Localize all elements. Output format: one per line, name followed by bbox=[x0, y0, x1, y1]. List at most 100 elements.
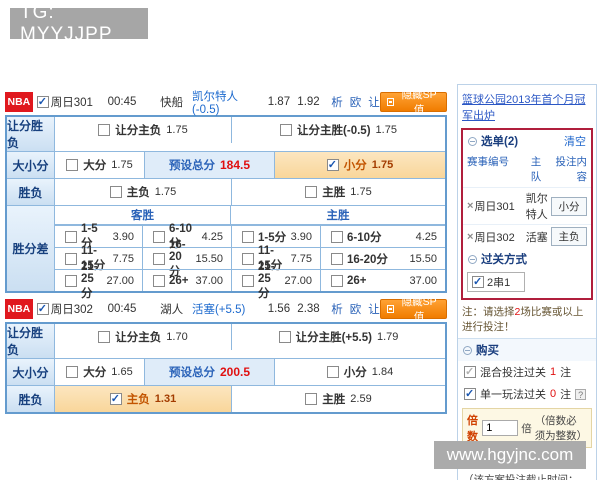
match1-away-team: 快船 bbox=[151, 94, 192, 110]
checkbox[interactable] bbox=[280, 124, 292, 136]
slip-title-row: 选单(2) 清空 bbox=[463, 130, 591, 152]
margin-away-header: 客胜 bbox=[55, 206, 231, 224]
pass-option-checkbox[interactable] bbox=[472, 276, 484, 288]
pass-mode-title: 过关方式 bbox=[481, 251, 527, 267]
collapse-circle-icon[interactable] bbox=[463, 346, 472, 355]
euro-odds-link[interactable]: 欧 bbox=[350, 301, 362, 317]
deadline-text: （该方案投注截止时间：00:45） bbox=[458, 471, 596, 480]
checkbox[interactable] bbox=[327, 366, 339, 378]
checkbox[interactable] bbox=[242, 231, 254, 243]
checkbox[interactable] bbox=[65, 231, 77, 243]
bet-cell-over[interactable]: 大分 1.65 bbox=[55, 359, 144, 385]
match1-odds-home: 1.92 bbox=[294, 96, 324, 108]
game1-bet-table: 让分胜负 让分主负 1.75 让分主胜(-0.5) 1.75 大小分 bbox=[5, 115, 447, 293]
match1-checkbox[interactable] bbox=[37, 96, 49, 108]
match2-odds-home: 2.38 bbox=[294, 303, 324, 315]
pass-option-box[interactable]: 2串1 bbox=[467, 272, 525, 292]
bet-cell-away-win-selected[interactable]: 主负 1.31 bbox=[55, 386, 231, 412]
checkbox[interactable] bbox=[331, 275, 343, 287]
page: TG: MYYJJPP NBA 周日301 00:45 快船 凯尔特人(-0.5… bbox=[0, 0, 600, 480]
collapse-icon bbox=[387, 305, 395, 313]
margin-bet-cell[interactable]: 26+37.00 bbox=[142, 270, 231, 291]
euro-odds-link[interactable]: 欧 bbox=[350, 94, 362, 110]
checkbox[interactable] bbox=[153, 231, 165, 243]
bet-cell-handicap-away[interactable]: 让分主负 1.75 bbox=[55, 117, 231, 143]
selection-box: 选单(2) 清空 赛事编号 主 队 投注内容 × 周日301 凯尔特人 小分 ×… bbox=[461, 128, 593, 300]
bet-cell-handicap-away[interactable]: 让分主负 1.70 bbox=[55, 324, 231, 350]
remove-selection-icon[interactable]: × bbox=[467, 200, 473, 212]
bet-cell-under-selected[interactable]: 小分 1.75 bbox=[274, 152, 445, 178]
bet-cell-under[interactable]: 小分 1.84 bbox=[274, 359, 445, 385]
analysis-link[interactable]: 析 bbox=[331, 94, 343, 110]
bet-slip-sidebar: 篮球公园2013年首个月冠军出炉 选单(2) 清空 赛事编号 主 队 投注内容 … bbox=[457, 84, 597, 480]
match2-analysis-links: 析 欧 让 bbox=[331, 301, 380, 317]
betting-main-area: NBA 周日301 00:45 快船 凯尔特人(-0.5) 1.87 1.92 … bbox=[5, 88, 447, 414]
checkbox[interactable] bbox=[65, 275, 77, 287]
match1-time: 00:45 bbox=[101, 96, 144, 108]
remove-selection-icon[interactable]: × bbox=[467, 231, 473, 243]
single-bet-checkbox[interactable] bbox=[464, 388, 476, 400]
match2-odds-away: 1.56 bbox=[264, 303, 294, 315]
slip-bet-button[interactable]: 主负 bbox=[551, 227, 587, 246]
multiplier-input[interactable] bbox=[482, 420, 518, 436]
slip-bet-button[interactable]: 小分 bbox=[551, 197, 587, 216]
game1-header: NBA 周日301 00:45 快船 凯尔特人(-0.5) 1.87 1.92 … bbox=[5, 88, 447, 115]
handicap-link[interactable]: 让 bbox=[368, 301, 380, 317]
checkbox[interactable] bbox=[331, 231, 343, 243]
checkbox[interactable] bbox=[65, 253, 77, 265]
margin-bet-cell[interactable]: 16-20分15.50 bbox=[320, 248, 445, 269]
checkbox[interactable] bbox=[153, 253, 165, 265]
purchase-title-row: 购买 bbox=[458, 339, 596, 361]
analysis-link[interactable]: 析 bbox=[331, 301, 343, 317]
checkbox[interactable] bbox=[305, 393, 317, 405]
checkbox[interactable] bbox=[242, 253, 254, 265]
margin-bet-cell[interactable]: 16-20分15.50 bbox=[142, 248, 231, 269]
bet-cell-over[interactable]: 大分 1.75 bbox=[55, 152, 144, 178]
checkbox[interactable] bbox=[98, 124, 110, 136]
clear-slip-link[interactable]: 清空 bbox=[564, 133, 586, 149]
match1-home-team: 凯尔特人(-0.5) bbox=[192, 88, 264, 116]
collapse-icon bbox=[387, 98, 395, 106]
checkbox-checked[interactable] bbox=[327, 159, 339, 171]
row-label-handicap: 让分胜负 bbox=[7, 324, 55, 358]
margin-bet-cell[interactable]: 21-25分27.00 bbox=[55, 270, 142, 291]
league-badge: NBA bbox=[5, 299, 33, 319]
checkbox[interactable] bbox=[305, 186, 317, 198]
bet-cell-away-win[interactable]: 主负 1.75 bbox=[55, 179, 231, 205]
margin-bet-cell[interactable]: 6-10分4.25 bbox=[320, 226, 445, 247]
help-icon[interactable]: ? bbox=[575, 389, 586, 400]
checkbox[interactable] bbox=[279, 331, 291, 343]
checkbox[interactable] bbox=[66, 159, 78, 171]
preset-total-cell: 预设总分 200.5 bbox=[144, 359, 274, 385]
collapse-circle-icon[interactable] bbox=[468, 137, 477, 146]
checkbox[interactable] bbox=[110, 186, 122, 198]
match1-analysis-links: 析 欧 让 bbox=[331, 94, 380, 110]
checkbox[interactable] bbox=[66, 366, 78, 378]
bet-cell-home-win[interactable]: 主胜 1.75 bbox=[231, 179, 445, 205]
bet-cell-home-win[interactable]: 主胜 2.59 bbox=[231, 386, 445, 412]
match2-number: 周日302 bbox=[51, 301, 101, 317]
mixed-bet-option: 混合投注过关1注 bbox=[458, 361, 596, 383]
pass-mode-title-row: 过关方式 bbox=[463, 248, 591, 270]
handicap-link[interactable]: 让 bbox=[368, 94, 380, 110]
mixed-bet-checkbox[interactable] bbox=[464, 366, 476, 378]
match2-checkbox[interactable] bbox=[37, 303, 49, 315]
slip-title: 选单(2) bbox=[481, 133, 518, 149]
checkbox[interactable] bbox=[98, 331, 110, 343]
bet-cell-handicap-home[interactable]: 让分主胜(+5.5) 1.79 bbox=[231, 324, 445, 350]
game2-bet-table: 让分胜负 让分主负 1.70 让分主胜(+5.5) 1.79 大小分 bbox=[5, 322, 447, 414]
hide-sp-button[interactable]: 隐藏SP值 bbox=[380, 299, 447, 319]
checkbox-checked[interactable] bbox=[110, 393, 122, 405]
margin-home-header: 主胜 bbox=[231, 206, 445, 224]
hide-sp-button[interactable]: 隐藏SP值 bbox=[380, 92, 447, 112]
checkbox[interactable] bbox=[153, 275, 165, 287]
checkbox[interactable] bbox=[331, 253, 343, 265]
preset-total-cell: 预设总分 184.5 bbox=[144, 152, 274, 178]
promo-link[interactable]: 篮球公园2013年首个月冠军出炉 bbox=[462, 94, 585, 122]
margin-bet-cell[interactable]: 21-25分27.00 bbox=[231, 270, 320, 291]
match1-odds-away: 1.87 bbox=[264, 96, 294, 108]
collapse-circle-icon[interactable] bbox=[468, 255, 477, 264]
bet-cell-handicap-home[interactable]: 让分主胜(-0.5) 1.75 bbox=[231, 117, 445, 143]
margin-bet-cell[interactable]: 26+37.00 bbox=[320, 270, 445, 291]
checkbox[interactable] bbox=[242, 275, 254, 287]
